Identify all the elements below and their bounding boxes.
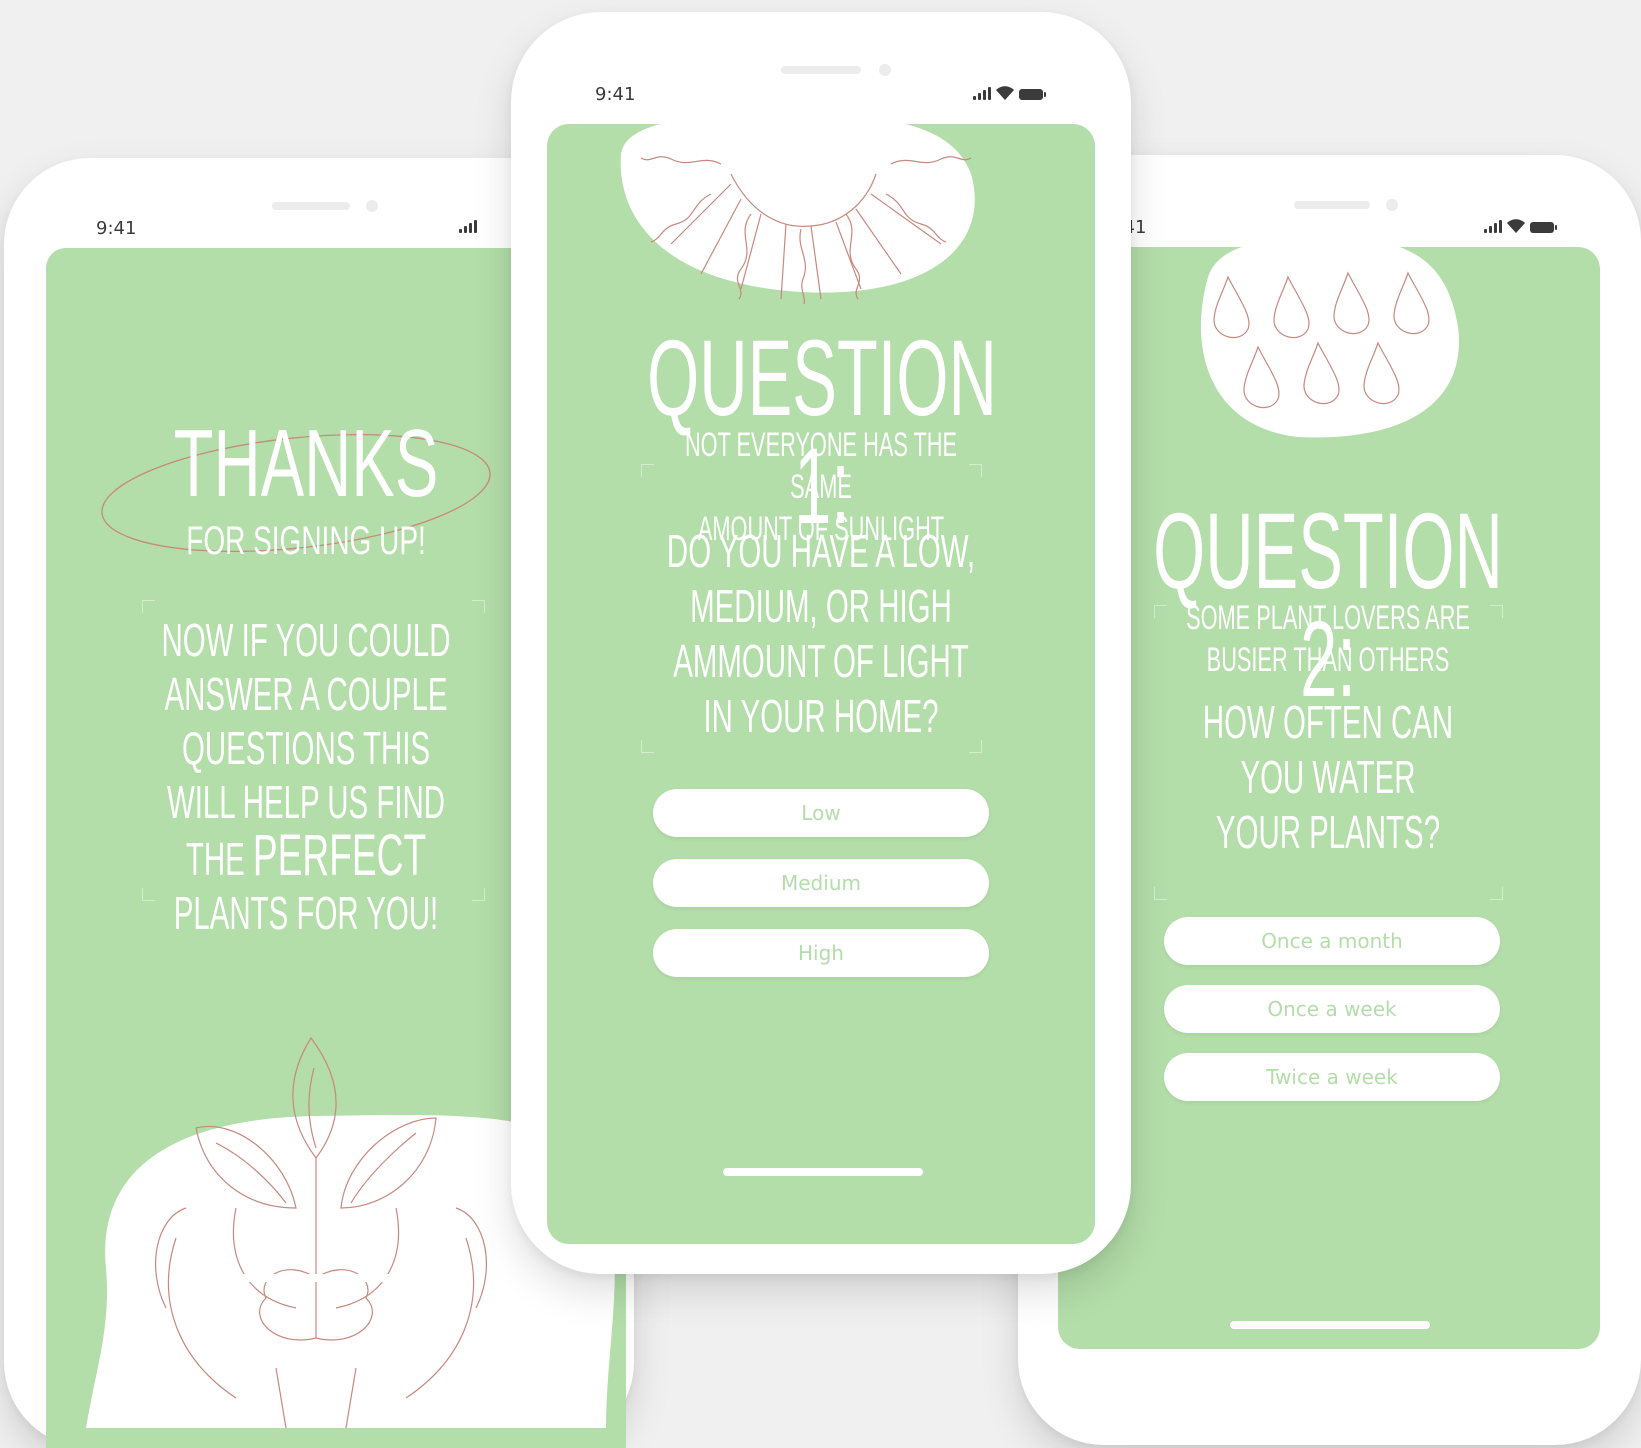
option-twice-a-week-button[interactable]: Twice a week [1164,1053,1500,1101]
intro-line: NOT EVERYONE HAS THE SAME [684,426,958,506]
status-icons [973,86,1046,100]
body-line-perfect: THE PERFECT [146,827,466,886]
question-line: IN YOUR HOME? [703,690,939,742]
wifi-icon [1507,219,1525,233]
sun-icon [620,124,975,305]
question-text: HOW OFTEN CAN YOU WATER YOUR PLANTS? [1168,695,1488,860]
frame-corner [1154,605,1167,618]
option-once-a-week-button[interactable]: Once a week [1164,985,1500,1033]
frame-corner [1490,605,1503,618]
option-medium-button[interactable]: Medium [653,859,989,907]
question-line: YOUR PLANTS? [1215,806,1441,858]
question-line: HOW OFTEN CAN [1202,696,1454,748]
status-icons [459,220,477,233]
question-intro: SOME PLANT LOVERS ARE BUSIER THAN OTHERS [1168,597,1488,681]
the-word: THE [185,833,245,885]
option-high-button[interactable]: High [653,929,989,977]
frame-corner [142,600,155,613]
frame-corner [641,464,654,477]
signal-icon [973,87,991,100]
home-indicator [1230,1321,1430,1329]
front-camera [1386,199,1398,211]
question-line: DO YOU HAVE A LOW, [666,525,976,577]
body-line: WILL HELP US FIND [166,776,446,828]
front-camera [879,64,891,76]
speaker-grille [1294,201,1370,209]
frame-corner [472,888,485,901]
frame-corner [641,740,654,753]
body-line: ANSWER A COUPLE [164,668,448,720]
home-indicator [214,1274,404,1282]
battery-icon [1530,222,1557,233]
status-icons [1484,219,1557,233]
wifi-icon [996,86,1014,100]
speaker-grille [781,66,861,74]
question-line: YOU WATER [1240,751,1416,803]
screen: QUESTION 1: NOT EVERYONE HAS THE SAME AM… [547,124,1095,1244]
thanks-subtitle: FOR SIGNING UP! [186,519,426,563]
status-time: 9:41 [96,218,137,239]
body-line: PLANTS FOR YOU! [173,887,439,939]
status-time: 9:41 [595,84,636,105]
question-line: AMMOUNT OF LIGHT [673,635,969,687]
frame-corner [472,600,485,613]
signal-icon [459,220,477,233]
question-line: MEDIUM, OR HIGH [690,580,952,632]
battery-icon [1019,89,1046,100]
question-text: DO YOU HAVE A LOW, MEDIUM, OR HIGH AMMOU… [661,524,981,744]
frame-corner [1490,887,1503,900]
front-camera [366,200,378,212]
option-once-a-month-button[interactable]: Once a month [1164,917,1500,965]
body-text: NOW IF YOU COULD ANSWER A COUPLE QUESTIO… [146,613,466,940]
body-line: NOW IF YOU COULD [161,614,451,666]
thanks-title: THANKS [173,410,439,517]
perfect-word: PERFECT [252,823,427,888]
intro-line: BUSIER THAN OTHERS [1206,641,1450,679]
body-line: QUESTIONS THIS [181,722,431,774]
option-low-button[interactable]: Low [653,789,989,837]
signal-icon [1484,220,1502,233]
frame-corner [1154,887,1167,900]
speaker-grille [272,202,350,210]
water-drops-icon [1200,247,1459,438]
phone-question-1: 9:41 QUESTION 1: NOT EVERYONE HAS THE SA… [511,12,1131,1274]
screen: QUESTION 2: SOME PLANT LOVERS ARE BUSIER… [1058,247,1600,1349]
home-indicator [723,1168,923,1176]
intro-line: SOME PLANT LOVERS ARE [1186,599,1470,637]
